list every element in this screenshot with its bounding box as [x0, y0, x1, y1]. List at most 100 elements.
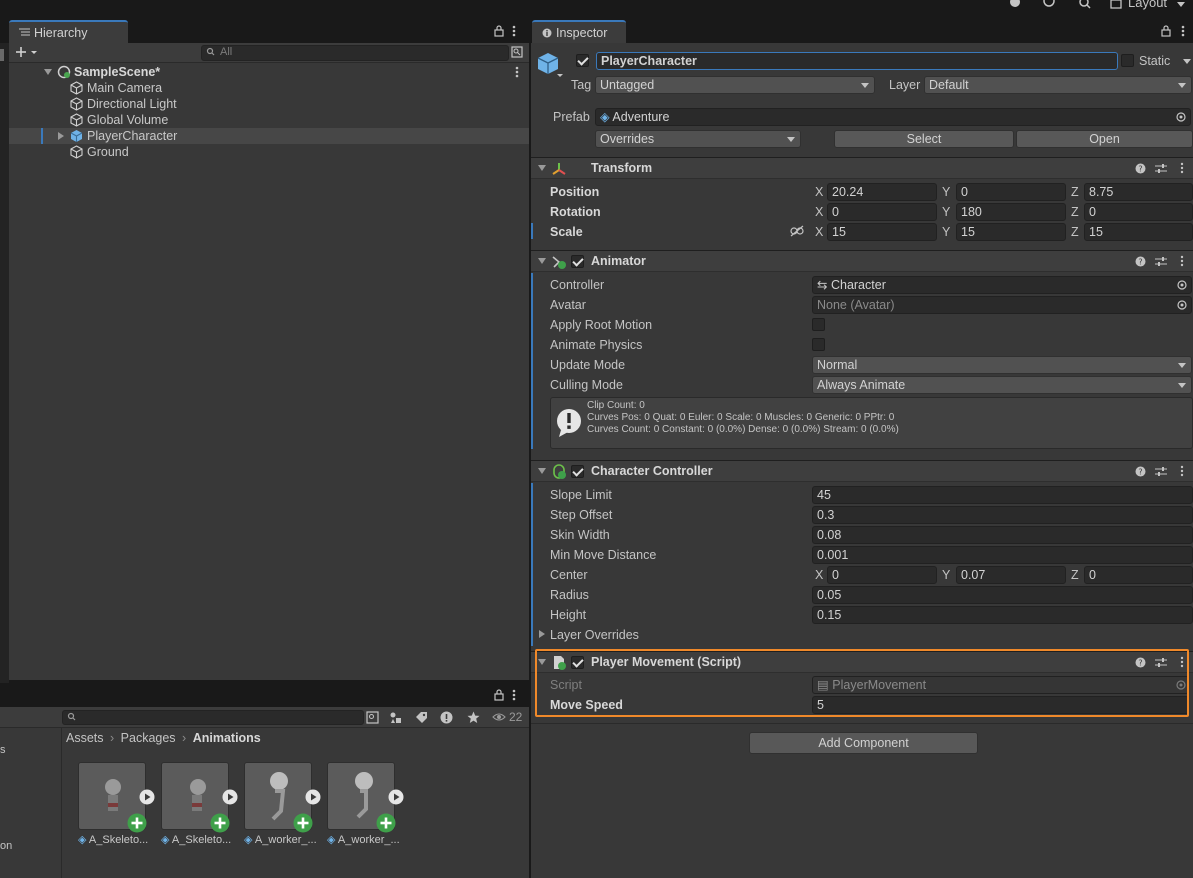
active-checkbox[interactable] [576, 54, 589, 67]
axis-z-label[interactable]: Z [1071, 184, 1079, 200]
presets-icon[interactable] [1155, 163, 1167, 174]
rotation-z-input[interactable]: 0 [1084, 203, 1193, 221]
foldout-arrow-icon[interactable] [538, 258, 546, 264]
scene-more-icon[interactable] [515, 66, 519, 78]
open-button[interactable]: Open [1016, 130, 1193, 148]
tag-dropdown[interactable]: Untagged [595, 76, 875, 94]
help-icon[interactable]: ? [1135, 657, 1146, 668]
asset-item[interactable]: ◈ A_worker_... [244, 762, 321, 846]
slope-limit-input[interactable]: 45 [812, 486, 1193, 504]
lock-icon[interactable] [494, 689, 504, 701]
add-button[interactable] [15, 45, 39, 59]
scale-y-input[interactable]: 15 [956, 223, 1066, 241]
project-search-input[interactable] [62, 710, 364, 725]
foldout-arrow-icon[interactable] [538, 468, 546, 474]
help-icon[interactable]: ? [1135, 466, 1146, 477]
animator-enabled-checkbox[interactable] [571, 255, 584, 268]
object-picker-icon[interactable] [1176, 112, 1186, 122]
search-icon[interactable] [1078, 0, 1092, 12]
breadcrumb-packages[interactable]: Packages [121, 731, 176, 745]
account-icon[interactable] [1008, 0, 1022, 12]
center-y-input[interactable]: 0.07 [956, 566, 1066, 584]
more-icon[interactable] [1181, 25, 1185, 37]
play-icon[interactable] [139, 789, 155, 805]
folder-fragment[interactable]: on [0, 840, 12, 852]
tab-hierarchy[interactable]: Hierarchy [9, 20, 128, 43]
position-y-input[interactable]: 0 [956, 183, 1066, 201]
help-icon[interactable]: ? [1135, 256, 1146, 267]
eye-icon[interactable] [492, 712, 506, 722]
player-movement-enabled-checkbox[interactable] [571, 656, 584, 669]
foldout-arrow-icon[interactable] [538, 165, 546, 171]
layer-dropdown[interactable]: Default [924, 76, 1192, 94]
scale-x-input[interactable]: 15 [827, 223, 937, 241]
label-tag-icon[interactable] [415, 711, 428, 724]
static-checkbox[interactable] [1121, 54, 1134, 67]
culling-mode-dropdown[interactable]: Always Animate [812, 376, 1192, 394]
apply-root-motion-checkbox[interactable] [812, 318, 825, 331]
animator-header[interactable]: Animator ? [531, 250, 1193, 272]
axis-x-label[interactable]: X [815, 204, 823, 220]
object-picker-icon[interactable] [1177, 300, 1187, 310]
scene-visibility-icon[interactable] [511, 46, 523, 59]
axis-y-label[interactable]: Y [942, 184, 950, 200]
asset-item[interactable]: ◈ A_Skeleto... [161, 762, 238, 846]
play-icon[interactable] [222, 789, 238, 805]
axis-y-label[interactable]: Y [942, 567, 950, 583]
center-z-input[interactable]: 0 [1084, 566, 1193, 584]
presets-icon[interactable] [1155, 657, 1167, 668]
position-x-input[interactable]: 20.24 [827, 183, 937, 201]
radius-input[interactable]: 0.05 [812, 586, 1193, 604]
more-icon[interactable] [512, 689, 516, 701]
foldout-arrow-icon[interactable] [539, 630, 545, 638]
lock-icon[interactable] [1161, 25, 1171, 37]
expand-arrow-icon[interactable] [58, 132, 64, 140]
lock-icon[interactable] [494, 25, 504, 37]
play-icon[interactable] [388, 789, 404, 805]
presets-icon[interactable] [1155, 256, 1167, 267]
axis-z-label[interactable]: Z [1071, 204, 1079, 220]
height-input[interactable]: 0.15 [812, 606, 1193, 624]
history-icon[interactable] [1042, 0, 1056, 12]
breadcrumb-animations[interactable]: Animations [193, 731, 261, 745]
warning-icon[interactable] [440, 711, 453, 724]
expand-arrow-icon[interactable] [44, 69, 52, 75]
breadcrumb-assets[interactable]: Assets [66, 731, 104, 745]
min-move-distance-input[interactable]: 0.001 [812, 546, 1193, 564]
add-component-button[interactable]: Add Component [749, 732, 978, 754]
tree-item-player-character[interactable]: PlayerCharacter [9, 128, 529, 144]
prefab-object-icon[interactable] [537, 51, 563, 79]
skin-width-input[interactable]: 0.08 [812, 526, 1193, 544]
center-x-input[interactable]: 0 [827, 566, 937, 584]
axis-z-label[interactable]: Z [1071, 567, 1079, 583]
prefab-field[interactable]: ◈ Adventure [595, 108, 1191, 126]
transform-header[interactable]: Transform ? [531, 157, 1193, 179]
controller-field[interactable]: ⇆ Character [812, 276, 1192, 294]
folder-fragment[interactable]: s [0, 744, 6, 756]
tree-item-directional-light[interactable]: Directional Light [9, 96, 529, 112]
asset-item[interactable]: ◈ A_worker_... [327, 762, 404, 846]
layout-dropdown[interactable]: Layout [1128, 0, 1167, 10]
rotation-y-input[interactable]: 180 [956, 203, 1066, 221]
tree-item-global-volume[interactable]: Global Volume [9, 112, 529, 128]
scale-z-input[interactable]: 15 [1084, 223, 1193, 241]
tree-item-ground[interactable]: Ground [9, 144, 529, 160]
foldout-arrow-icon[interactable] [538, 659, 546, 665]
chevron-down-icon[interactable] [1183, 59, 1191, 64]
filter-by-type-icon[interactable] [389, 711, 402, 724]
character-controller-header[interactable]: Character Controller ? [531, 460, 1193, 482]
axis-z-label[interactable]: Z [1071, 224, 1079, 240]
unlinked-scale-icon[interactable] [790, 225, 804, 237]
avatar-field[interactable]: None (Avatar) [812, 296, 1192, 314]
search-by-type-icon[interactable] [366, 711, 379, 724]
star-icon[interactable] [467, 711, 480, 724]
more-icon[interactable] [1180, 465, 1184, 477]
layer-overrides-foldout[interactable]: Layer Overrides [550, 627, 639, 643]
more-icon[interactable] [1180, 656, 1184, 668]
tab-inspector[interactable]: Inspector [532, 20, 626, 43]
character-controller-enabled-checkbox[interactable] [571, 465, 584, 478]
scene-row[interactable]: SampleScene* [9, 64, 529, 80]
more-icon[interactable] [512, 25, 516, 37]
play-icon[interactable] [305, 789, 321, 805]
axis-x-label[interactable]: X [815, 184, 823, 200]
